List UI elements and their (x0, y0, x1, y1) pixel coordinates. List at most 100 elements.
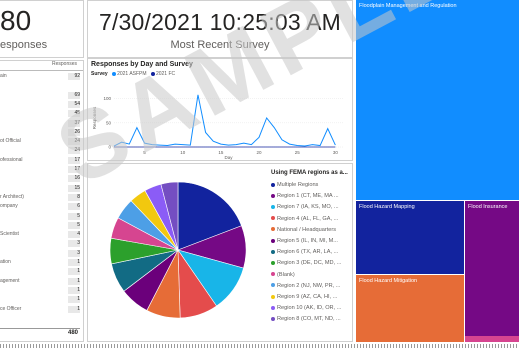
table-cell-value: 17 (68, 156, 80, 164)
line-chart-legend: Survey 2021 ASFPM 2021 FC (91, 71, 175, 77)
pie-legend-label: Region 5 (IL, IN, MI, M... (277, 238, 338, 244)
table-row[interactable]: ofessional 17 (0, 156, 80, 164)
table-row[interactable]: 15 (0, 184, 80, 192)
pie-legend-label: Region 4 (AL, FL, GA, ... (277, 215, 339, 222)
pie-legend-item[interactable]: Region 3 (DE, DC, MD, ... (271, 259, 341, 267)
table-row[interactable]: ain 92 (0, 73, 80, 80)
table-row[interactable]: ation 1 (0, 259, 80, 266)
legend-item-asfpm[interactable]: 2021 ASFPM (117, 71, 146, 77)
pie-legend-item[interactable]: National / Headquarters (271, 226, 336, 234)
line-chart-title: Responses by Day and Survey (91, 61, 193, 68)
pie-legend-label: Region 7 (IA, KS, MO, ... (277, 204, 339, 211)
y-tick-label: 50 (106, 120, 112, 125)
table-cell-value: 1 (68, 268, 80, 276)
pie-legend-item[interactable]: Region 9 (AZ, CA, HI, ... (271, 293, 337, 301)
table-cell-value: 1 (68, 286, 80, 294)
table-row[interactable]: 1 (0, 296, 80, 304)
table-row[interactable]: 3 (0, 240, 80, 248)
table-cell-value: 1 (68, 305, 80, 313)
table-total: 480 (0, 328, 80, 337)
legend-item-fc[interactable]: 2021 FC (156, 71, 175, 77)
table-row[interactable]: ompany 6 (0, 203, 80, 211)
pie-legend-swatch (271, 238, 275, 243)
table-row[interactable]: Scientist 4 (0, 231, 80, 239)
table-row[interactable]: ce Officer 1 (0, 305, 80, 313)
table-cell-value: 4 (68, 231, 80, 239)
pie-legend-item[interactable]: (Blank) (271, 271, 295, 279)
table-cell-label: ce Officer (0, 305, 22, 312)
pie-legend-item[interactable]: Multiple Regions (271, 181, 318, 189)
treemap-label-flood-hazard-mitigation: Flood Hazard Mitigation (359, 278, 418, 284)
table-row[interactable]: 5 (0, 221, 80, 229)
table-row[interactable]: 45 (0, 110, 80, 118)
table-row[interactable]: 1 (0, 286, 80, 294)
treemap-floodplain-management[interactable]: Floodplain Management and Regulation (356, 0, 519, 200)
y-axis-label: Responses (92, 106, 97, 129)
fema-region-pie-chart[interactable]: Using FEMA regions as a... Multiple Regi… (87, 163, 353, 342)
table-cell-value: 1 (68, 296, 80, 304)
pie-legend-item[interactable]: Region 6 (TX, AR, LA, ... (271, 248, 338, 256)
pie-legend-title: Using FEMA regions as a... (271, 170, 348, 176)
table-cell-label: ation (0, 259, 11, 265)
table-row[interactable]: 54 (0, 100, 80, 108)
table-row[interactable]: 16 (0, 175, 80, 183)
latest-survey-card[interactable]: 7/30/2021 10:25:03 AM Most Recent Survey (87, 0, 353, 58)
topic-treemap[interactable]: Floodplain Management and Regulation Flo… (356, 0, 519, 342)
treemap-small-segment[interactable] (465, 336, 519, 342)
table-cell-value: 16 (68, 175, 80, 183)
table-row[interactable]: 69 (0, 91, 80, 99)
table-row[interactable]: agement 1 (0, 277, 80, 285)
pie-legend-label: Region 1 (CT, ME, MA ... (277, 193, 339, 200)
pie-legend-item[interactable]: Region 8 (CO, MT, ND, ... (271, 315, 341, 323)
table-row[interactable]: 37 (0, 119, 80, 127)
treemap-label-flood-insurance: Flood Insurance (468, 204, 508, 210)
treemap-label-flood-hazard-mapping: Flood Hazard Mapping (359, 204, 415, 210)
x-tick-label: 30 (333, 150, 339, 155)
table-cell-value: 17 (68, 166, 80, 173)
table-cell-value: 37 (68, 119, 80, 127)
table-row[interactable]: 26 (0, 128, 80, 136)
pie-legend-item[interactable]: Region 1 (CT, ME, MA ... (271, 192, 339, 200)
legend-label: Survey (91, 71, 108, 77)
table-cell-value: 3 (68, 249, 80, 257)
treemap-flood-hazard-mitigation[interactable]: Flood Hazard Mitigation (356, 275, 464, 342)
page-navigation-strip (0, 344, 519, 348)
pie-legend-label: Region 9 (AZ, CA, HI, ... (277, 294, 338, 300)
table-row[interactable] (0, 82, 80, 89)
responses-by-day-chart[interactable]: 0 50 100 5 10 15 20 25 30 Day Responses Responses … (87, 58, 353, 161)
table-cell-value: 3 (68, 240, 80, 248)
pie-legend-item[interactable]: Region 2 (NJ, NW, PR, ... (271, 282, 340, 290)
table-row[interactable]: r Architect) 8 (0, 193, 80, 201)
table-row[interactable]: 17 (0, 166, 80, 173)
treemap-flood-hazard-mapping[interactable]: Flood Hazard Mapping (356, 201, 464, 274)
table-row[interactable]: ot Official 24 (0, 138, 80, 146)
table-row[interactable]: 24 (0, 147, 80, 155)
pie-legend-swatch (271, 249, 275, 254)
table-cell-label: Scientist (0, 231, 19, 238)
latest-survey-caption: Most Recent Survey (170, 39, 270, 51)
pie-legend-label: National / Headquarters (277, 226, 337, 233)
pie-legend-item[interactable]: Region 5 (IL, IN, MI, M... (271, 237, 338, 245)
table-row[interactable]: 5 (0, 212, 80, 220)
table-header-responses[interactable]: Responses (0, 61, 83, 71)
table-row[interactable]: 1 (0, 268, 80, 276)
pie-legend-swatch (271, 182, 275, 187)
table-row[interactable]: 3 (0, 249, 80, 257)
legend-dot-fc (150, 71, 155, 76)
pie-legend-label: Multiple Regions (277, 182, 319, 188)
x-tick-label: 5 (143, 150, 146, 155)
responses-table[interactable]: Responses ain 92 69 54 45 37 26 ot Official 24 24… (0, 60, 84, 342)
x-tick-label: 25 (295, 150, 301, 155)
pie-legend-label: Region 3 (DE, DC, MD, ... (277, 260, 342, 267)
treemap-flood-insurance[interactable]: Flood Insurance (465, 201, 519, 342)
table-cell-value: 24 (68, 138, 80, 146)
pie-legend-swatch (271, 305, 275, 310)
pie-legend-swatch (271, 283, 275, 288)
pie-legend-item[interactable]: Region 4 (AL, FL, GA, ... (271, 215, 338, 223)
pie-legend-swatch (271, 193, 275, 198)
pie-legend-label: Region 8 (CO, MT, ND, ... (277, 316, 341, 323)
responses-card[interactable]: 80 esponses (0, 0, 84, 58)
pie-legend-item[interactable]: Region 7 (IA, KS, MO, ... (271, 203, 339, 211)
pie-legend-item[interactable]: Region 10 (AK, ID, OR, ... (271, 304, 341, 312)
pie-legend-swatch (271, 216, 275, 221)
